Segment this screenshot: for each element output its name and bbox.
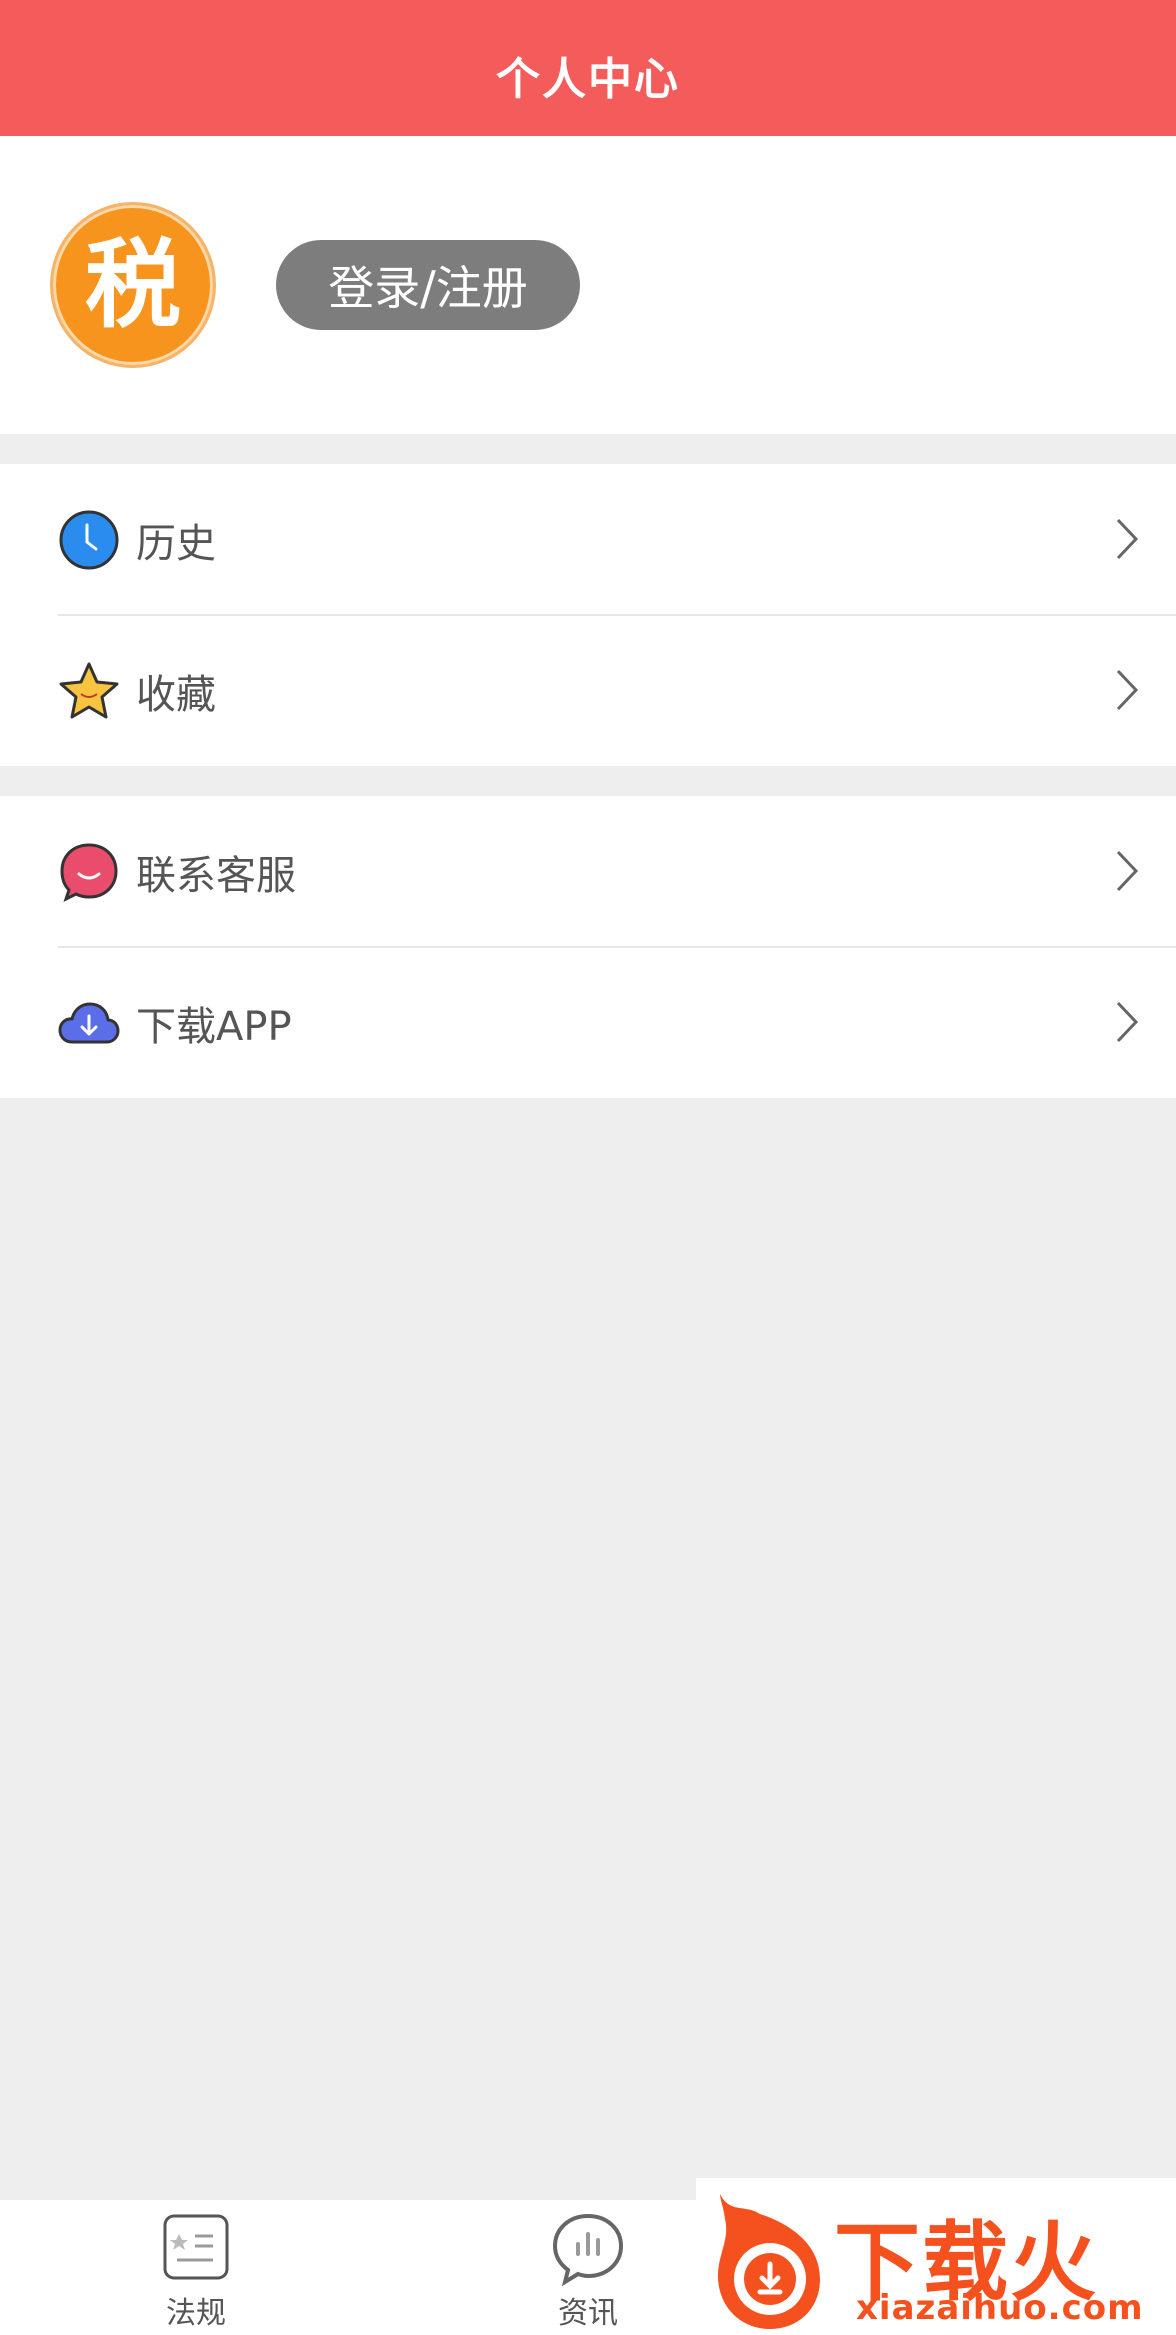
chevron-right-icon (1116, 669, 1139, 711)
watermark: 下载火 xiazaihuo.com (696, 2178, 1176, 2335)
top-header: 个人中心 (0, 0, 1176, 136)
menu-item-label: 历史 (136, 520, 216, 567)
chevron-right-icon (1116, 850, 1139, 892)
menu-item-history[interactable]: 历史 (0, 464, 1176, 616)
menu-item-label: 联系客服 (136, 852, 296, 899)
menu-group-2: 联系客服 下载APP (0, 796, 1176, 1098)
star-icon (59, 662, 119, 719)
page-title: 个人中心 (496, 54, 680, 105)
login-register-button[interactable]: 登录/注册 (276, 240, 580, 330)
tab-label: 法规 (166, 2296, 226, 2331)
chevron-right-icon (1116, 518, 1139, 560)
avatar[interactable]: 税 (50, 202, 216, 368)
profile-section: 税 登录/注册 (0, 136, 1176, 434)
tab-news[interactable]: 资讯 (468, 2200, 708, 2335)
menu-item-contact-service[interactable]: 联系客服 (0, 796, 1176, 948)
flame-logo-icon (718, 2194, 820, 2329)
document-list-icon (163, 2214, 229, 2280)
menu-item-download-app[interactable]: 下载APP (0, 947, 1176, 1098)
menu-group-1: 历史 收藏 (0, 464, 1176, 766)
menu-item-label: 下载APP (136, 1003, 292, 1050)
chat-bubble-icon (60, 843, 118, 902)
chart-bubble-icon (552, 2213, 624, 2286)
menu-item-label: 收藏 (136, 671, 216, 718)
tab-regulations[interactable]: 法规 (76, 2200, 316, 2335)
clock-icon (59, 510, 119, 570)
tab-label: 资讯 (558, 2296, 618, 2331)
menu-item-favorites[interactable]: 收藏 (0, 615, 1176, 766)
watermark-url: xiazaihuo.com (856, 2288, 1144, 2328)
avatar-text: 税 (85, 229, 181, 341)
cloud-download-icon (58, 1002, 120, 1044)
chevron-right-icon (1116, 1001, 1139, 1043)
